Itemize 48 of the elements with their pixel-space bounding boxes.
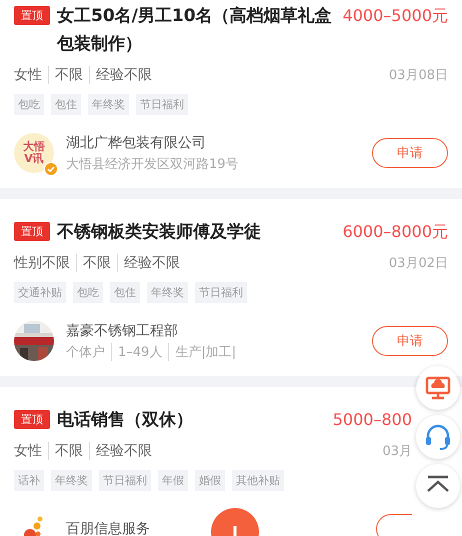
benefit-tag: 婚假 xyxy=(195,470,225,491)
job-title[interactable]: 不锈钢板类安装师傅及学徒 xyxy=(57,218,336,246)
benefit-tag: 年假 xyxy=(158,470,188,491)
benefit-tag: 年终奖 xyxy=(147,282,188,303)
post-date: 03月 xyxy=(382,443,412,460)
benefit-tag: 包吃 xyxy=(14,94,44,115)
requirement: 经验不限 xyxy=(89,66,158,84)
company-detail: 大悟县经济开发区双河路19号 xyxy=(66,156,240,172)
company-name[interactable]: 百朋信息服务 xyxy=(66,520,376,536)
company-name[interactable]: 湖北广桦包装有限公司 xyxy=(66,134,372,152)
requirement: 不限 xyxy=(76,254,117,272)
benefit-tag: 包住 xyxy=(51,94,81,115)
salary: 5000–800 xyxy=(332,409,412,431)
benefit-tag: 节日福利 xyxy=(99,470,151,491)
company-detail: 生产|加工| xyxy=(168,342,242,360)
top-badge: 置顶 xyxy=(14,222,50,241)
company-detail: 个体户 xyxy=(66,344,106,360)
requirement: 女性 xyxy=(14,66,43,84)
job-title[interactable]: 电话销售（双休） xyxy=(57,406,326,434)
benefit-tag: 话补 xyxy=(14,470,44,491)
benefit-tag: 包吃 xyxy=(73,282,103,303)
monitor-icon[interactable] xyxy=(416,366,460,410)
benefit-tag: 节日福利 xyxy=(136,94,188,115)
headset-icon[interactable] xyxy=(416,415,460,459)
requirement: 不限 xyxy=(48,442,89,460)
benefit-tag: 年终奖 xyxy=(88,94,129,115)
top-badge: 置顶 xyxy=(14,6,50,25)
job-title[interactable]: 女工50名/男工10名（高档烟草礼盒包装制作） xyxy=(57,2,336,58)
benefit-tag: 交通补贴 xyxy=(14,282,66,303)
post-date: 03月08日 xyxy=(388,67,448,84)
requirement: 性别不限 xyxy=(14,254,71,272)
company-detail: 1–49人 xyxy=(111,342,168,360)
requirement: 经验不限 xyxy=(89,442,158,460)
post-date: 03月02日 xyxy=(388,255,448,272)
salary: 4000–5000元 xyxy=(342,5,448,27)
requirement: 经验不限 xyxy=(117,254,186,272)
benefit-tag: 其他补贴 xyxy=(232,470,284,491)
salary: 6000–8000元 xyxy=(342,221,448,243)
top-badge: 置顶 xyxy=(14,410,50,429)
benefit-tag: 年终奖 xyxy=(51,470,92,491)
benefit-tag: 包住 xyxy=(110,282,140,303)
requirement: 不限 xyxy=(48,66,89,84)
requirement: 女性 xyxy=(14,442,43,460)
benefit-tag: 节日福利 xyxy=(195,282,247,303)
back-to-top-icon[interactable] xyxy=(416,464,460,508)
company-name[interactable]: 嘉豪不锈钢工程部 xyxy=(66,322,372,340)
company-logo: 大悟V讯 xyxy=(14,133,54,173)
apply-button[interactable] xyxy=(376,514,412,536)
